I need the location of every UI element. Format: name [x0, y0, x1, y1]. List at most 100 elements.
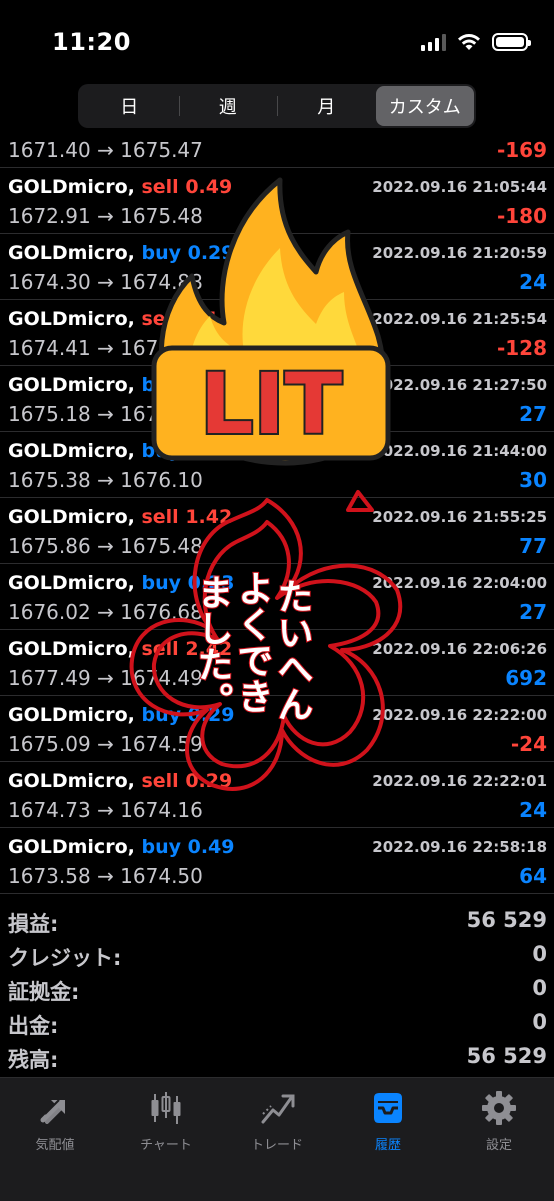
segment-day[interactable]: 日	[80, 86, 179, 126]
summary-withdrawal-row: 出金: 0	[0, 1008, 554, 1042]
trade-row[interactable]: GOLDmicro, sell 0.29 2022.09.16 22:22:01 1…	[0, 762, 554, 828]
symbol-name: GOLDmicro,	[8, 704, 135, 726]
trade-date: 2022.09.16 22:22:01	[372, 772, 547, 790]
tab-chart[interactable]: チャート	[116, 1088, 216, 1153]
cellular-signal-icon	[421, 33, 446, 51]
trade-row[interactable]: GOLDmicro, sell 1.42 2022.09.16 21:55:25 1…	[0, 498, 554, 564]
trade-profit: 30	[519, 468, 547, 492]
trade-side: sell	[141, 506, 179, 528]
summary-credit-row: クレジット: 0	[0, 940, 554, 974]
tab-label: 気配値	[35, 1138, 75, 1153]
trade-side: sell	[141, 638, 179, 660]
account-summary: 損益: 56 529 クレジット: 0 証拠金: 0 出金: 0 残高: 56 …	[0, 906, 554, 1076]
trade-price: 1671.40 → 1675.47	[8, 138, 203, 162]
trade-symbol: GOLDmicro, buy 0.14	[8, 374, 235, 396]
trade-profit: -180	[496, 204, 547, 228]
tab-trade[interactable]: トレード	[227, 1088, 327, 1153]
trade-row[interactable]: GOLDmicro, sell 0.49 2022.09.16 21:05:44 1…	[0, 168, 554, 234]
trade-date: 2022.09.16 21:27:50	[372, 376, 547, 394]
status-time: 11:20	[52, 28, 131, 56]
trade-price: 1674.30 → 1674.88	[8, 270, 203, 294]
trade-price: 1674.73 → 1674.16	[8, 798, 203, 822]
symbol-name: GOLDmicro,	[8, 308, 135, 330]
symbol-name: GOLDmicro,	[8, 440, 135, 462]
trade-symbol: GOLDmicro, buy 0.14	[8, 440, 235, 462]
trade-row[interactable]: GOLDmicro, buy 0.49 2022.09.16 22:58:18 16…	[0, 828, 554, 894]
segment-week[interactable]: 週	[178, 86, 278, 126]
trade-profit: 27	[519, 600, 547, 624]
trade-side: buy	[141, 572, 181, 594]
trade-price: 1676.02 → 1676.68	[8, 600, 203, 624]
trade-price: 1675.38 → 1676.10	[8, 468, 203, 492]
summary-label: 出金:	[8, 1014, 59, 1038]
bottom-tab-bar: 気配値 チャート トレード 履歴 設定	[0, 1077, 554, 1201]
trade-row[interactable]: GOLDmicro, buy 0.29 2022.09.16 22:22:00 16…	[0, 696, 554, 762]
trade-date: 2022.09.16 22:22:00	[372, 706, 547, 724]
status-bar: 11:20	[0, 0, 554, 80]
segment-custom[interactable]: カスタム	[375, 86, 474, 126]
battery-icon	[492, 33, 531, 51]
trade-date: 2022.09.16 21:20:59	[372, 244, 547, 262]
history-inbox-icon	[374, 1093, 402, 1123]
trade-row[interactable]: GOLDmicro, buy 0.14 2022.09.16 21:27:50 16…	[0, 366, 554, 432]
trade-profit: -128	[496, 336, 547, 360]
trade-chart-icon	[261, 1094, 295, 1124]
segment-month[interactable]: 月	[277, 86, 376, 126]
summary-label: 損益:	[8, 912, 59, 936]
trade-profit: 24	[519, 270, 547, 294]
trade-price: 1674.41 → 1675.69	[8, 336, 203, 360]
summary-label: クレジット:	[8, 946, 122, 970]
trade-row-partial[interactable]: 1671.40 → 1675.47 -169	[0, 138, 554, 168]
tab-quotes[interactable]: 気配値	[5, 1088, 105, 1153]
trade-profit: 27	[519, 402, 547, 426]
symbol-name: GOLDmicro,	[8, 770, 135, 792]
trade-volume: 1.42	[185, 506, 233, 528]
candlestick-chart-icon	[151, 1092, 181, 1124]
trade-symbol: GOLDmicro, buy 0.49	[8, 836, 235, 858]
symbol-name: GOLDmicro,	[8, 176, 135, 198]
trade-profit: 692	[505, 666, 547, 690]
tab-label: トレード	[250, 1138, 303, 1153]
status-icons	[421, 32, 531, 52]
trade-volume: 0.14	[187, 374, 235, 396]
summary-value: 0	[532, 942, 547, 966]
trade-profit: -169	[496, 138, 547, 162]
trade-side: buy	[141, 440, 181, 462]
tab-label: 設定	[485, 1138, 512, 1153]
trade-row[interactable]: GOLDmicro, buy 0.29 2022.09.16 21:20:59 16…	[0, 234, 554, 300]
trade-history-list: 1671.40 → 1675.47 -169 GOLDmicro, sell 0…	[0, 138, 554, 894]
trade-volume: 0.49	[185, 176, 233, 198]
trade-price: 1675.86 → 1675.48	[8, 534, 203, 558]
symbol-name: GOLDmicro,	[8, 506, 135, 528]
trade-row[interactable]: GOLDmicro, buy 0.23 2022.09.16 22:04:00 16…	[0, 564, 554, 630]
trade-row[interactable]: GOLDmicro, sell 2.42 2022.09.16 22:06:26 1…	[0, 630, 554, 696]
tab-label: 履歴	[374, 1138, 401, 1153]
trade-side: buy	[141, 374, 181, 396]
trade-symbol: GOLDmicro, sell 0.29	[8, 770, 232, 792]
trade-profit: 64	[519, 864, 547, 888]
trade-volume: 0.23	[187, 572, 235, 594]
tab-history[interactable]: 履歴	[338, 1088, 438, 1153]
symbol-name: GOLDmicro,	[8, 242, 135, 264]
trade-volume: 0.49	[187, 836, 235, 858]
trade-row[interactable]: GOLDmicro, buy 0.14 2022.09.16 21:44:00 16…	[0, 432, 554, 498]
trade-symbol: GOLDmicro, buy 0.29	[8, 704, 235, 726]
summary-deposit-row: 証拠金: 0	[0, 974, 554, 1008]
period-segmented-control: 日 週 月 カスタム	[78, 84, 476, 128]
trade-symbol: GOLDmicro, sell 0.49	[8, 176, 232, 198]
summary-label: 証拠金:	[8, 980, 80, 1004]
trade-row[interactable]: GOLDmicro, sell 0.14 2022.09.16 21:25:54 1…	[0, 300, 554, 366]
tab-settings[interactable]: 設定	[449, 1088, 549, 1153]
trade-date: 2022.09.16 21:25:54	[372, 310, 547, 328]
trade-profit: -24	[510, 732, 547, 756]
summary-label: 残高:	[8, 1048, 59, 1072]
trade-date: 2022.09.16 21:05:44	[372, 178, 547, 196]
trade-side: buy	[141, 836, 181, 858]
trade-price: 1672.91 → 1675.48	[8, 204, 203, 228]
summary-value: 0	[532, 976, 547, 1000]
trade-profit: 77	[519, 534, 547, 558]
trade-price: 1675.09 → 1674.59	[8, 732, 203, 756]
trade-symbol: GOLDmicro, sell 2.42	[8, 638, 232, 660]
trade-volume: 0.14	[185, 308, 233, 330]
trade-volume: 0.29	[187, 242, 235, 264]
